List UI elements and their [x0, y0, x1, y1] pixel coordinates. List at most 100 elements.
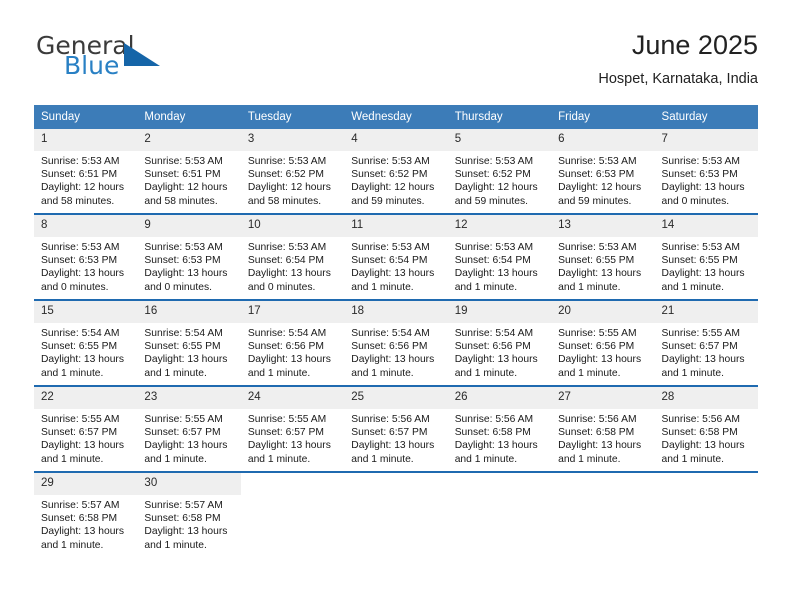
day-number: 19 — [447, 301, 552, 323]
day-cell-inner — [240, 473, 345, 557]
calendar-day-cell[interactable]: 18 Sunrise: 5:54 AM Sunset: 6:56 PM Dayligh… — [344, 299, 448, 386]
day-cell-inner: 4 Sunrise: 5:53 AM Sunset: 6:52 PM Daylight… — [344, 129, 448, 213]
calendar-day-cell[interactable]: 3 Sunrise: 5:53 AM Sunset: 6:52 PM Daylight… — [240, 129, 345, 214]
calendar-day-cell[interactable]: 8 Sunrise: 5:53 AM Sunset: 6:53 PM Daylight… — [34, 213, 138, 300]
day-cell-inner: 29 Sunrise: 5:57 AM Sunset: 6:58 PM Dayligh… — [34, 473, 138, 557]
calendar-day-cell[interactable]: 19 Sunrise: 5:54 AM Sunset: 6:56 PM Dayligh… — [447, 299, 552, 386]
day-details: Sunrise: 5:57 AM Sunset: 6:58 PM Daylight:… — [137, 495, 240, 552]
calendar-day-cell[interactable]: 11 Sunrise: 5:53 AM Sunset: 6:54 PM Dayligh… — [344, 213, 448, 300]
daylight-duration-line2: and 58 minutes. — [41, 195, 115, 207]
day-cell-inner: 6 Sunrise: 5:53 AM Sunset: 6:53 PM Daylight… — [551, 129, 655, 213]
sunrise-time: Sunrise: 5:56 AM — [351, 414, 430, 425]
calendar-day-cell[interactable]: 22 Sunrise: 5:55 AM Sunset: 6:57 PM Dayligh… — [34, 385, 138, 472]
calendar-day-cell[interactable]: 26 Sunrise: 5:56 AM Sunset: 6:58 PM Dayligh… — [447, 385, 552, 472]
calendar-day-cell[interactable]: 1 Sunrise: 5:53 AM Sunset: 6:51 PM Daylight… — [34, 129, 138, 214]
weekday-header-friday: Friday — [551, 105, 655, 129]
calendar-day-cell[interactable]: 24 Sunrise: 5:55 AM Sunset: 6:57 PM Dayligh… — [240, 385, 345, 472]
calendar-day-cell[interactable]: 13 Sunrise: 5:53 AM Sunset: 6:55 PM Dayligh… — [551, 213, 655, 300]
daylight-duration-line2: and 1 minute. — [351, 281, 414, 293]
calendar-day-cell[interactable]: 25 Sunrise: 5:56 AM Sunset: 6:57 PM Dayligh… — [344, 385, 448, 472]
day-cell-inner — [654, 473, 758, 557]
sunrise-time: Sunrise: 5:54 AM — [454, 328, 534, 339]
calendar-header-row: Sunday Monday Tuesday Wednesday Thursday Frid… — [34, 105, 758, 129]
calendar-day-cell[interactable]: 15 Sunrise: 5:54 AM Sunset: 6:55 PM Dayligh… — [34, 299, 138, 386]
calendar-day-cell[interactable]: 7 Sunrise: 5:53 AM Sunset: 6:53 PM Daylight… — [654, 129, 758, 214]
day-cell-inner: 10 Sunrise: 5:53 AM Sunset: 6:54 PM Dayligh… — [240, 215, 345, 299]
calendar-day-cell[interactable]: 21 Sunrise: 5:55 AM Sunset: 6:57 PM Dayligh… — [654, 299, 758, 386]
daylight-duration-line2: and 59 minutes. — [351, 195, 425, 207]
day-details: Sunrise: 5:53 AM Sunset: 6:54 PM Daylight:… — [241, 237, 344, 294]
sunrise-time: Sunrise: 5:57 AM — [144, 500, 223, 511]
day-number: 9 — [137, 215, 241, 237]
day-number: 17 — [240, 301, 345, 323]
day-cell-inner — [344, 473, 448, 557]
day-details: Sunrise: 5:55 AM Sunset: 6:57 PM Daylight:… — [655, 323, 758, 380]
calendar-day-cell[interactable]: 9 Sunrise: 5:53 AM Sunset: 6:53 PM Daylight… — [137, 213, 241, 300]
sunset-time: Sunset: 6:55 PM — [144, 341, 221, 353]
brand-logo[interactable]: General Blue — [34, 32, 264, 94]
sunrise-time: Sunrise: 5:54 AM — [351, 328, 430, 339]
calendar-day-cell[interactable]: 2 Sunrise: 5:53 AM Sunset: 6:51 PM Daylight… — [137, 129, 241, 214]
daylight-duration-line1: Daylight: 12 hours — [351, 182, 435, 194]
day-number: 4 — [344, 129, 448, 151]
daylight-duration-line1: Daylight: 13 hours — [247, 354, 331, 366]
day-details: Sunrise: 5:53 AM Sunset: 6:52 PM Daylight:… — [448, 151, 551, 208]
calendar-day-cell[interactable]: 6 Sunrise: 5:53 AM Sunset: 6:53 PM Daylight… — [551, 129, 655, 214]
calendar-day-cell[interactable]: 20 Sunrise: 5:55 AM Sunset: 6:56 PM Dayligh… — [551, 299, 655, 386]
daylight-duration-line2: and 0 minutes. — [144, 281, 212, 293]
day-number: 15 — [34, 301, 138, 323]
weekday-header-tuesday: Tuesday — [240, 105, 345, 129]
day-number — [344, 473, 448, 495]
calendar-day-cell[interactable]: 16 Sunrise: 5:54 AM Sunset: 6:55 PM Dayligh… — [137, 299, 241, 386]
day-details: Sunrise: 5:55 AM Sunset: 6:57 PM Daylight:… — [34, 409, 137, 466]
calendar-day-cell[interactable]: 14 Sunrise: 5:53 AM Sunset: 6:55 PM Dayligh… — [654, 213, 758, 300]
sunset-time: Sunset: 6:58 PM — [454, 427, 531, 439]
sunset-time: Sunset: 6:51 PM — [41, 169, 118, 181]
calendar-day-cell[interactable]: 30 Sunrise: 5:57 AM Sunset: 6:58 PM Dayligh… — [137, 471, 241, 557]
day-number: 12 — [447, 215, 552, 237]
sunset-time: Sunset: 6:57 PM — [661, 341, 738, 353]
day-number: 8 — [34, 215, 138, 237]
calendar-day-cell[interactable]: 29 Sunrise: 5:57 AM Sunset: 6:58 PM Dayligh… — [34, 471, 138, 557]
day-number: 18 — [344, 301, 448, 323]
day-cell-inner: 12 Sunrise: 5:53 AM Sunset: 6:54 PM Dayligh… — [447, 215, 552, 299]
daylight-duration-line2: and 1 minute. — [454, 367, 518, 379]
sunset-time: Sunset: 6:54 PM — [247, 255, 324, 267]
calendar-day-cell[interactable]: 5 Sunrise: 5:53 AM Sunset: 6:52 PM Daylight… — [447, 129, 552, 214]
sunrise-time: Sunrise: 5:57 AM — [41, 500, 120, 511]
sunrise-sunset-calendar: Sunday Monday Tuesday Wednesday Thursday Frid… — [34, 105, 758, 557]
sunset-time: Sunset: 6:54 PM — [351, 255, 428, 267]
calendar-day-cell[interactable]: 12 Sunrise: 5:53 AM Sunset: 6:54 PM Dayligh… — [447, 213, 552, 300]
daylight-duration-line2: and 1 minute. — [144, 539, 207, 551]
calendar-day-cell[interactable]: 17 Sunrise: 5:54 AM Sunset: 6:56 PM Dayligh… — [240, 299, 345, 386]
sunrise-time: Sunrise: 5:53 AM — [351, 242, 430, 253]
day-number: 20 — [551, 301, 655, 323]
day-details: Sunrise: 5:55 AM Sunset: 6:57 PM Daylight:… — [137, 409, 240, 466]
daylight-duration-line1: Daylight: 13 hours — [454, 268, 538, 280]
calendar-day-cell[interactable]: 28 Sunrise: 5:56 AM Sunset: 6:58 PM Dayligh… — [654, 385, 758, 472]
day-cell-inner: 2 Sunrise: 5:53 AM Sunset: 6:51 PM Daylight… — [137, 129, 241, 213]
sunset-time: Sunset: 6:53 PM — [661, 169, 738, 181]
calendar-day-cell[interactable]: 10 Sunrise: 5:53 AM Sunset: 6:54 PM Dayligh… — [240, 213, 345, 300]
day-cell-inner: 13 Sunrise: 5:53 AM Sunset: 6:55 PM Dayligh… — [551, 215, 655, 299]
sunrise-time: Sunrise: 5:53 AM — [41, 156, 120, 167]
day-details: Sunrise: 5:54 AM Sunset: 6:55 PM Daylight:… — [137, 323, 240, 380]
calendar-day-cell[interactable]: 4 Sunrise: 5:53 AM Sunset: 6:52 PM Daylight… — [344, 129, 448, 214]
calendar-day-cell[interactable]: 27 Sunrise: 5:56 AM Sunset: 6:58 PM Dayligh… — [551, 385, 655, 472]
sunrise-time: Sunrise: 5:55 AM — [144, 414, 223, 425]
sunset-time: Sunset: 6:52 PM — [454, 169, 531, 181]
weekday-header-monday: Monday — [137, 105, 241, 129]
sunrise-time: Sunrise: 5:53 AM — [558, 156, 637, 167]
calendar-cell-empty — [240, 471, 345, 557]
day-number: 26 — [447, 387, 552, 409]
day-details: Sunrise: 5:54 AM Sunset: 6:56 PM Daylight:… — [448, 323, 551, 380]
calendar-day-cell[interactable]: 23 Sunrise: 5:55 AM Sunset: 6:57 PM Dayligh… — [137, 385, 241, 472]
sunset-time: Sunset: 6:54 PM — [454, 255, 531, 267]
daylight-duration-line1: Daylight: 13 hours — [558, 354, 642, 366]
daylight-duration-line2: and 1 minute. — [41, 539, 104, 551]
sunrise-time: Sunrise: 5:53 AM — [661, 242, 740, 253]
day-details: Sunrise: 5:53 AM Sunset: 6:53 PM Daylight:… — [137, 237, 240, 294]
day-details: Sunrise: 5:53 AM Sunset: 6:53 PM Daylight:… — [551, 151, 654, 208]
day-details: Sunrise: 5:53 AM Sunset: 6:54 PM Daylight:… — [344, 237, 447, 294]
daylight-duration-line2: and 1 minute. — [41, 453, 104, 465]
